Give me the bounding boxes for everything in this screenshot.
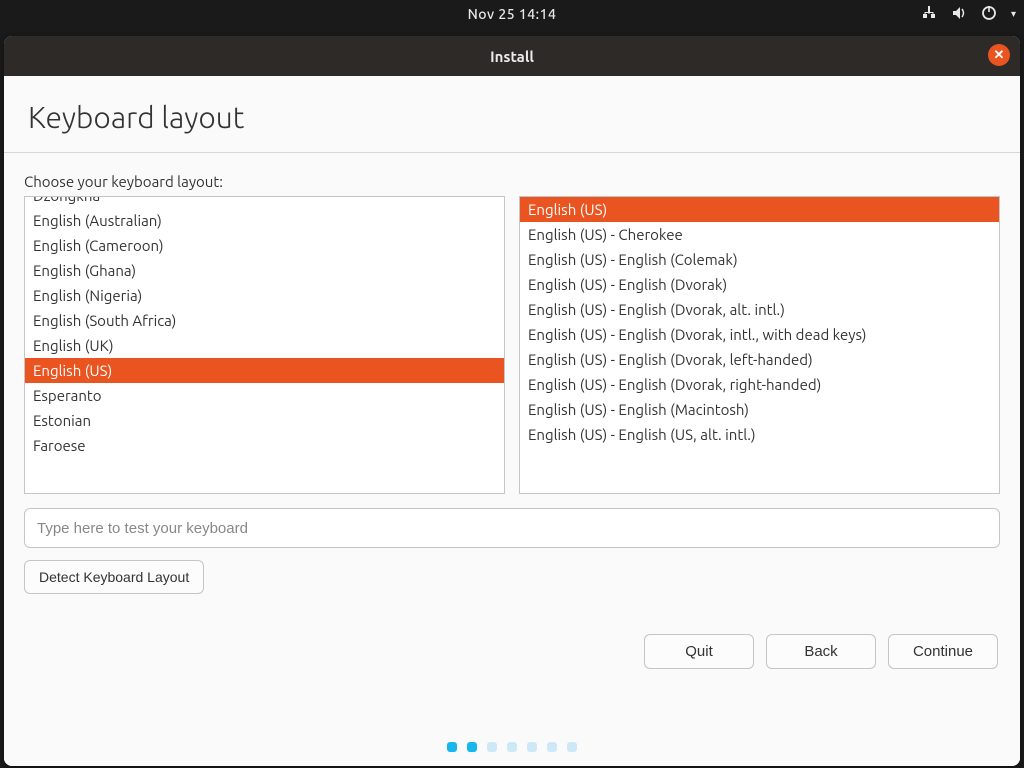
variant-item[interactable]: English (US) - English (Macintosh) bbox=[520, 397, 999, 422]
layout-item[interactable]: Faroese bbox=[25, 433, 504, 458]
content: Keyboard layout Choose your keyboard lay… bbox=[4, 76, 1020, 766]
variant-item[interactable]: English (US) - Cherokee bbox=[520, 222, 999, 247]
layout-item[interactable]: Esperanto bbox=[25, 383, 504, 408]
back-button[interactable]: Back bbox=[766, 634, 876, 669]
progress-dot bbox=[547, 742, 557, 752]
continue-button[interactable]: Continue bbox=[888, 634, 998, 669]
power-icon[interactable] bbox=[981, 5, 997, 24]
progress-dots bbox=[24, 724, 1000, 766]
close-icon: ✕ bbox=[994, 48, 1005, 63]
detect-layout-button[interactable]: Detect Keyboard Layout bbox=[24, 560, 204, 594]
variant-item[interactable]: English (US) - English (Dvorak, intl., w… bbox=[520, 322, 999, 347]
layout-item[interactable]: English (Cameroon) bbox=[25, 233, 504, 258]
layout-item[interactable]: Estonian bbox=[25, 408, 504, 433]
layout-list-right[interactable]: English (US)English (US) - CherokeeEngli… bbox=[519, 196, 1000, 494]
progress-dot bbox=[567, 742, 577, 752]
progress-dot bbox=[527, 742, 537, 752]
layout-item[interactable]: Dzongkha bbox=[25, 196, 504, 208]
progress-dot bbox=[467, 742, 477, 752]
volume-icon[interactable] bbox=[951, 5, 967, 24]
variant-item[interactable]: English (US) - English (Dvorak, alt. int… bbox=[520, 297, 999, 322]
layout-lists: DzongkhaEnglish (Australian)English (Cam… bbox=[24, 196, 1000, 494]
layout-item[interactable]: English (South Africa) bbox=[25, 308, 504, 333]
progress-dot bbox=[507, 742, 517, 752]
quit-button[interactable]: Quit bbox=[644, 634, 754, 669]
system-tray[interactable]: ▾ bbox=[921, 5, 1016, 24]
layout-list-left[interactable]: DzongkhaEnglish (Australian)English (Cam… bbox=[24, 196, 505, 494]
layout-item[interactable]: English (UK) bbox=[25, 333, 504, 358]
keyboard-test-input[interactable] bbox=[24, 508, 1000, 548]
layout-item[interactable]: English (US) bbox=[25, 358, 504, 383]
variant-item[interactable]: English (US) - English (Dvorak, left-han… bbox=[520, 347, 999, 372]
window-title: Install bbox=[490, 48, 534, 65]
chevron-down-icon[interactable]: ▾ bbox=[1011, 8, 1016, 20]
titlebar: Install ✕ bbox=[4, 36, 1020, 76]
close-button[interactable]: ✕ bbox=[988, 44, 1010, 66]
layout-prompt: Choose your keyboard layout: bbox=[24, 173, 1000, 190]
layout-item[interactable]: English (Australian) bbox=[25, 208, 504, 233]
page-header: Keyboard layout bbox=[4, 76, 1020, 152]
layout-item[interactable]: English (Nigeria) bbox=[25, 283, 504, 308]
progress-dot bbox=[487, 742, 497, 752]
footer-buttons: Quit Back Continue bbox=[24, 634, 1000, 669]
variant-item[interactable]: English (US) - English (Colemak) bbox=[520, 247, 999, 272]
gnome-topbar: Nov 25 14:14 ▾ bbox=[0, 0, 1024, 28]
variant-item[interactable]: English (US) - English (Dvorak) bbox=[520, 272, 999, 297]
clock: Nov 25 14:14 bbox=[468, 6, 557, 22]
variant-item[interactable]: English (US) - English (US, alt. intl.) bbox=[520, 422, 999, 447]
variant-item[interactable]: English (US) - English (Dvorak, right-ha… bbox=[520, 372, 999, 397]
page-title: Keyboard layout bbox=[28, 100, 996, 134]
page-body: Choose your keyboard layout: DzongkhaEng… bbox=[4, 153, 1020, 766]
progress-dot bbox=[447, 742, 457, 752]
layout-item[interactable]: English (Ghana) bbox=[25, 258, 504, 283]
installer-window: Install ✕ Keyboard layout Choose your ke… bbox=[4, 36, 1020, 766]
variant-item[interactable]: English (US) bbox=[520, 197, 999, 222]
network-icon[interactable] bbox=[921, 5, 937, 24]
